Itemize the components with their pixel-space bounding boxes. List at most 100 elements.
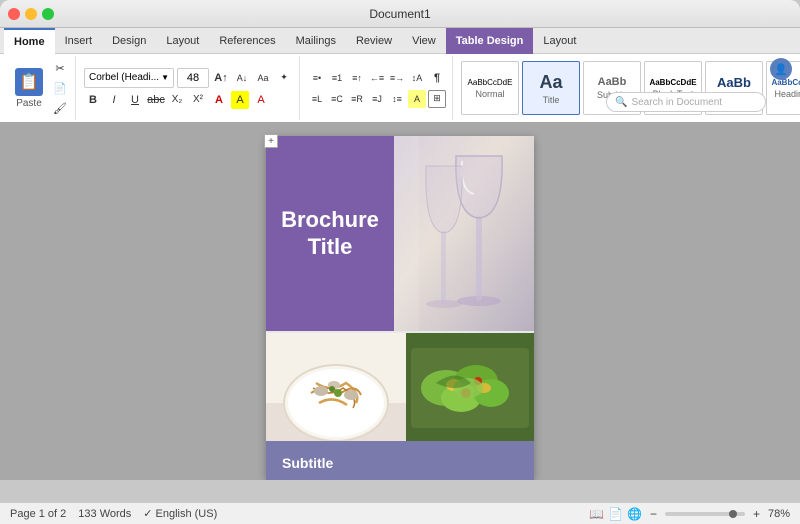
decrease-indent-button[interactable]: ←≡ — [368, 69, 386, 87]
decrease-font-button[interactable]: A↓ — [233, 69, 251, 87]
justify-button[interactable]: ≡J — [368, 90, 386, 108]
status-right: 📖 📄 🌐 − + 78% — [589, 507, 790, 521]
brochure-top-section: Brochure Title — [266, 136, 534, 331]
clear-format-button[interactable]: ✦ — [275, 69, 293, 87]
brochure-photo-top — [394, 136, 534, 331]
tab-home[interactable]: Home — [4, 28, 55, 54]
highlight-button[interactable]: A — [231, 91, 249, 109]
bullets-button[interactable]: ≡• — [308, 69, 326, 87]
style-normal[interactable]: AaBbCcDdE Normal — [461, 61, 519, 115]
style-title-preview: Aa — [539, 72, 562, 93]
tab-view[interactable]: View — [402, 28, 446, 54]
change-case-button[interactable]: Aa — [254, 69, 272, 87]
paste-button[interactable]: 📋 Paste — [10, 66, 48, 111]
bold-button[interactable]: B — [84, 91, 102, 109]
view-buttons: 📖 📄 🌐 — [589, 507, 642, 521]
font-size-box[interactable]: 48 — [177, 68, 209, 88]
top-photo-content — [394, 136, 534, 331]
brochure-subtitle: Subtitle — [282, 455, 518, 471]
tab-layout2[interactable]: Layout — [533, 28, 586, 54]
align-left-button[interactable]: ≡L — [308, 90, 326, 108]
style-title[interactable]: Aa Title — [522, 61, 580, 115]
font-section: Corbel (Headi... ▼ 48 A↑ A↓ Aa ✦ B I U a… — [78, 56, 300, 120]
border-button[interactable]: ⊞ — [428, 90, 446, 108]
language-check-icon: ✓ — [143, 507, 152, 520]
language-indicator: ✓ English (US) — [143, 507, 217, 520]
tab-references[interactable]: References — [209, 28, 285, 54]
language-label: English (US) — [156, 508, 218, 520]
minimize-button[interactable] — [25, 8, 37, 20]
zoom-minus-button[interactable]: − — [650, 507, 657, 521]
italic-button[interactable]: I — [105, 91, 123, 109]
add-element-button[interactable]: + — [264, 134, 278, 148]
brochure-salad-photo — [406, 333, 534, 441]
tab-layout[interactable]: Layout — [156, 28, 209, 54]
web-view-button[interactable]: 🌐 — [627, 507, 642, 521]
font-name-value: Corbel (Headi... — [89, 72, 159, 83]
copy-button[interactable]: 📄 — [51, 79, 69, 97]
paste-section: 📋 Paste ✂ 📄 🖌 — [4, 56, 76, 120]
tab-design[interactable]: Design — [102, 28, 156, 54]
cut-button[interactable]: ✂ — [51, 59, 69, 77]
zoom-level: 78% — [768, 508, 790, 520]
tab-insert[interactable]: Insert — [55, 28, 103, 54]
print-view-button[interactable]: 📄 — [608, 507, 623, 521]
underline-button[interactable]: U — [126, 91, 144, 109]
pasta-svg — [266, 333, 406, 441]
sort-button[interactable]: ↕A — [408, 69, 426, 87]
paste-icon: 📋 — [15, 68, 43, 96]
status-bar: Page 1 of 2 133 Words ✓ English (US) 📖 📄… — [0, 502, 800, 524]
font-name-box[interactable]: Corbel (Headi... ▼ — [84, 68, 174, 88]
font-shade-button[interactable]: A — [252, 91, 270, 109]
strikethrough-button[interactable]: abc — [147, 91, 165, 109]
brochure-title-block[interactable]: Brochure Title — [266, 136, 394, 331]
title-bar: Document1 — [0, 0, 800, 28]
page-count: Page 1 of 2 — [10, 508, 66, 520]
show-marks-button[interactable]: ¶ — [428, 69, 446, 87]
line-spacing-button[interactable]: ↕≡ — [388, 90, 406, 108]
word-count: 133 Words — [78, 508, 131, 520]
style-normal-preview: AaBbCcDdE — [468, 78, 513, 87]
increase-font-button[interactable]: A↑ — [212, 69, 230, 87]
document-area: + Brochure Title — [0, 122, 800, 480]
shading-button[interactable]: A — [408, 90, 426, 108]
ribbon-tabs: Home Insert Design Layout References Mai… — [0, 28, 800, 54]
style-h1-preview: AaBb — [717, 75, 751, 90]
style-block-preview: AaBbCcDdE — [649, 78, 696, 87]
align-center-button[interactable]: ≡C — [328, 90, 346, 108]
tab-review[interactable]: Review — [346, 28, 402, 54]
tab-mailings[interactable]: Mailings — [286, 28, 346, 54]
brochure-body-text: To get started right away, just tap any … — [282, 479, 518, 480]
zoom-thumb — [729, 510, 737, 518]
superscript-button[interactable]: X² — [189, 91, 207, 109]
window-controls — [8, 8, 54, 20]
increase-indent-button[interactable]: ≡→ — [388, 69, 406, 87]
document-page[interactable]: + Brochure Title — [266, 136, 534, 480]
user-avatar[interactable]: 👤 — [770, 58, 792, 80]
close-button[interactable] — [8, 8, 20, 20]
zoom-slider[interactable] — [665, 512, 745, 516]
ribbon-content: 📋 Paste ✂ 📄 🖌 Corbel (Headi... ▼ 48 A↑ A… — [0, 54, 800, 122]
format-painter-button[interactable]: 🖌 — [51, 99, 69, 117]
align-right-button[interactable]: ≡R — [348, 90, 366, 108]
style-normal-label: Normal — [475, 89, 504, 99]
read-view-button[interactable]: 📖 — [589, 507, 604, 521]
brochure-pasta-photo — [266, 333, 406, 441]
search-bar[interactable]: 🔍 Search in Document — [606, 92, 766, 112]
subscript-button[interactable]: X₂ — [168, 91, 186, 109]
brochure-title: Brochure Title — [281, 207, 379, 260]
numbering-button[interactable]: ≡1 — [328, 69, 346, 87]
wine-glass-svg — [394, 136, 534, 331]
zoom-plus-button[interactable]: + — [753, 507, 760, 521]
maximize-button[interactable] — [42, 8, 54, 20]
brochure-middle-section — [266, 331, 534, 441]
salad-svg — [406, 333, 534, 441]
paste-label: Paste — [16, 98, 42, 109]
tab-table-design[interactable]: Table Design — [446, 28, 534, 54]
font-name-dropdown-icon[interactable]: ▼ — [161, 73, 169, 82]
font-name-row: Corbel (Headi... ▼ 48 A↑ A↓ Aa ✦ — [84, 68, 293, 88]
brochure-bottom-section[interactable]: Subtitle To get started right away, just… — [266, 441, 534, 480]
font-color-a-button[interactable]: A — [210, 91, 228, 109]
multilevel-button[interactable]: ≡↑ — [348, 69, 366, 87]
search-placeholder: Search in Document — [631, 97, 722, 108]
